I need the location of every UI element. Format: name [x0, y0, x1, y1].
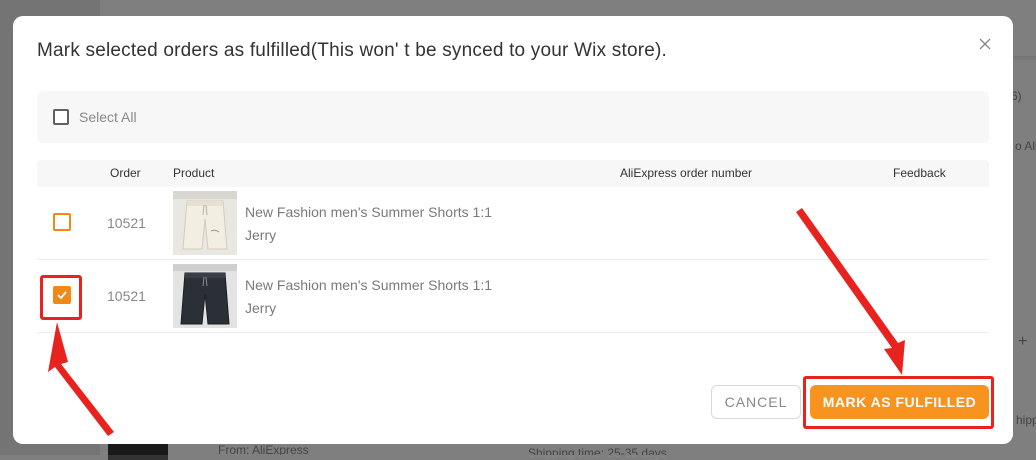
annotation-arrows — [48, 208, 905, 436]
arrow-to-checkbox — [48, 322, 114, 436]
arrow-to-button — [796, 208, 905, 375]
